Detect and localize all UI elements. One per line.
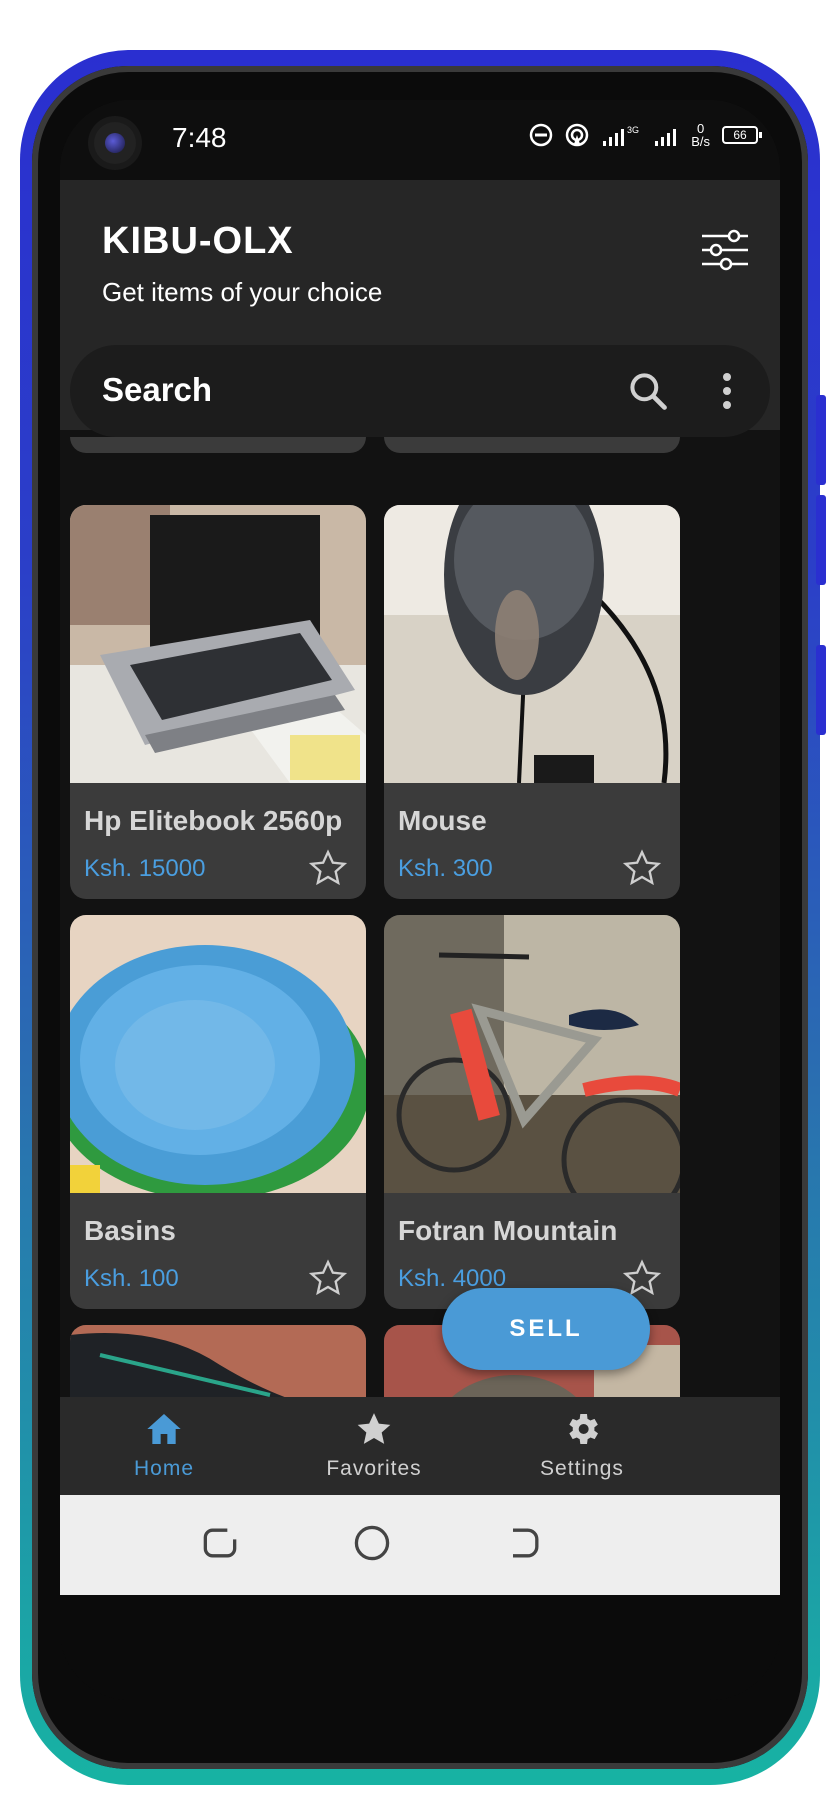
back-icon[interactable]	[502, 1521, 546, 1565]
phone-chin	[60, 1595, 780, 1700]
product-price: Ksh. 15000	[84, 855, 206, 882]
product-card-partial[interactable]	[70, 1325, 366, 1397]
nav-label-settings: Settings	[540, 1457, 624, 1480]
product-name: Mouse	[398, 805, 487, 836]
nav-item-home[interactable]: Home	[84, 1407, 244, 1487]
star-outline-icon[interactable]	[622, 848, 662, 888]
do-not-disturb-icon	[529, 123, 553, 147]
product-card[interactable]: Basins Ksh. 100	[70, 915, 366, 1309]
signal-3g-icon: 3G	[603, 125, 639, 146]
home-icon	[147, 1414, 181, 1444]
gear-icon	[569, 1414, 598, 1444]
status-icons: 3G 0 B/s 66	[529, 122, 762, 148]
front-camera	[94, 122, 136, 164]
bicycle-photo	[384, 915, 680, 1193]
product-price: Ksh. 300	[398, 855, 493, 882]
network-speed: 0 B/s	[691, 122, 710, 148]
basins-photo	[70, 915, 366, 1193]
hotspot-icon	[565, 123, 589, 147]
side-button	[816, 395, 826, 485]
sliders-icon[interactable]	[700, 228, 750, 272]
battery-indicator: 66	[722, 126, 762, 144]
laptop-photo	[70, 505, 366, 783]
product-name: Basins	[84, 1215, 176, 1246]
product-price: Ksh. 100	[84, 1265, 179, 1292]
product-name: Hp Elitebook 2560p	[84, 805, 343, 836]
mouse-photo	[384, 505, 680, 783]
svg-text:3G: 3G	[627, 125, 639, 135]
shoe-photo	[70, 1325, 366, 1397]
home-circle-icon[interactable]	[350, 1521, 394, 1565]
side-button	[816, 645, 826, 735]
phone-screen: 7:48 3G 0 B/s 66 KIBU-OLX Get items of y…	[60, 100, 780, 1700]
nav-label-favorites: Favorites	[326, 1457, 422, 1480]
recent-apps-icon[interactable]	[198, 1521, 242, 1565]
product-card[interactable]: Mouse Ksh. 300	[384, 505, 680, 899]
product-card-partial[interactable]	[70, 437, 366, 453]
status-bar: 7:48 3G 0 B/s 66	[60, 100, 780, 180]
bottom-navigation: Home Favorites Settings	[60, 1397, 780, 1495]
product-card[interactable]: Hp Elitebook 2560p Ksh. 15000	[70, 505, 366, 899]
nav-item-settings[interactable]: Settings	[502, 1407, 662, 1487]
product-grid[interactable]: Hp Elitebook 2560p Ksh. 15000 Mouse Ksh.…	[60, 437, 780, 1397]
status-time: 7:48	[172, 122, 227, 153]
system-navigation-bar	[60, 1495, 780, 1595]
app-title: KIBU-OLX	[102, 220, 294, 262]
star-icon	[357, 1413, 391, 1444]
star-outline-icon[interactable]	[308, 848, 348, 888]
star-outline-icon[interactable]	[308, 1258, 348, 1298]
signal-icon	[655, 129, 677, 146]
search-icon[interactable]	[626, 369, 670, 413]
nav-item-favorites[interactable]: Favorites	[294, 1407, 454, 1487]
app-subtitle: Get items of your choice	[102, 277, 383, 307]
product-card-partial[interactable]	[384, 437, 680, 453]
sell-button[interactable]: SELL	[442, 1288, 650, 1370]
nav-label-home: Home	[133, 1457, 195, 1480]
more-vertical-icon[interactable]	[712, 367, 742, 415]
product-name: Fotran Mountain	[398, 1215, 618, 1246]
search-bar[interactable]: Search	[70, 345, 770, 437]
side-button	[816, 495, 826, 585]
search-label: Search	[102, 371, 213, 408]
product-card[interactable]: Fotran Mountain Ksh. 4000	[384, 915, 680, 1309]
network-speed-unit: B/s	[691, 134, 710, 149]
